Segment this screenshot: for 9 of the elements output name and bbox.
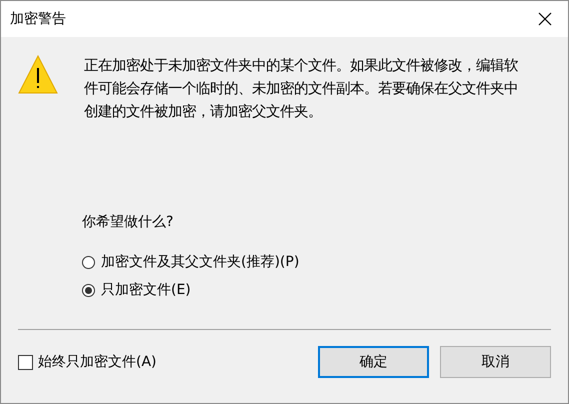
window-title: 加密警告 (10, 10, 66, 28)
warning-icon (18, 55, 58, 95)
radio-option[interactable]: 加密文件及其父文件夹(推荐)(P) (82, 253, 300, 271)
warning-message: 正在加密处于未加密文件夹中的某个文件。如果此文件被修改，编辑软件可能会存储一个临时的、未加密的文件副本。若要确保在父文件夹中创建的文件被加密，请加密父文件夹。 (84, 56, 519, 122)
question-text: 你希望做什么? (82, 213, 174, 231)
radio-option[interactable]: 只加密文件(E) (82, 281, 191, 299)
always-checkbox[interactable]: 始终只加密文件(A) (18, 353, 157, 371)
cancel-button[interactable]: 取消 (440, 346, 551, 378)
ok-button[interactable]: 确定 (318, 346, 429, 378)
